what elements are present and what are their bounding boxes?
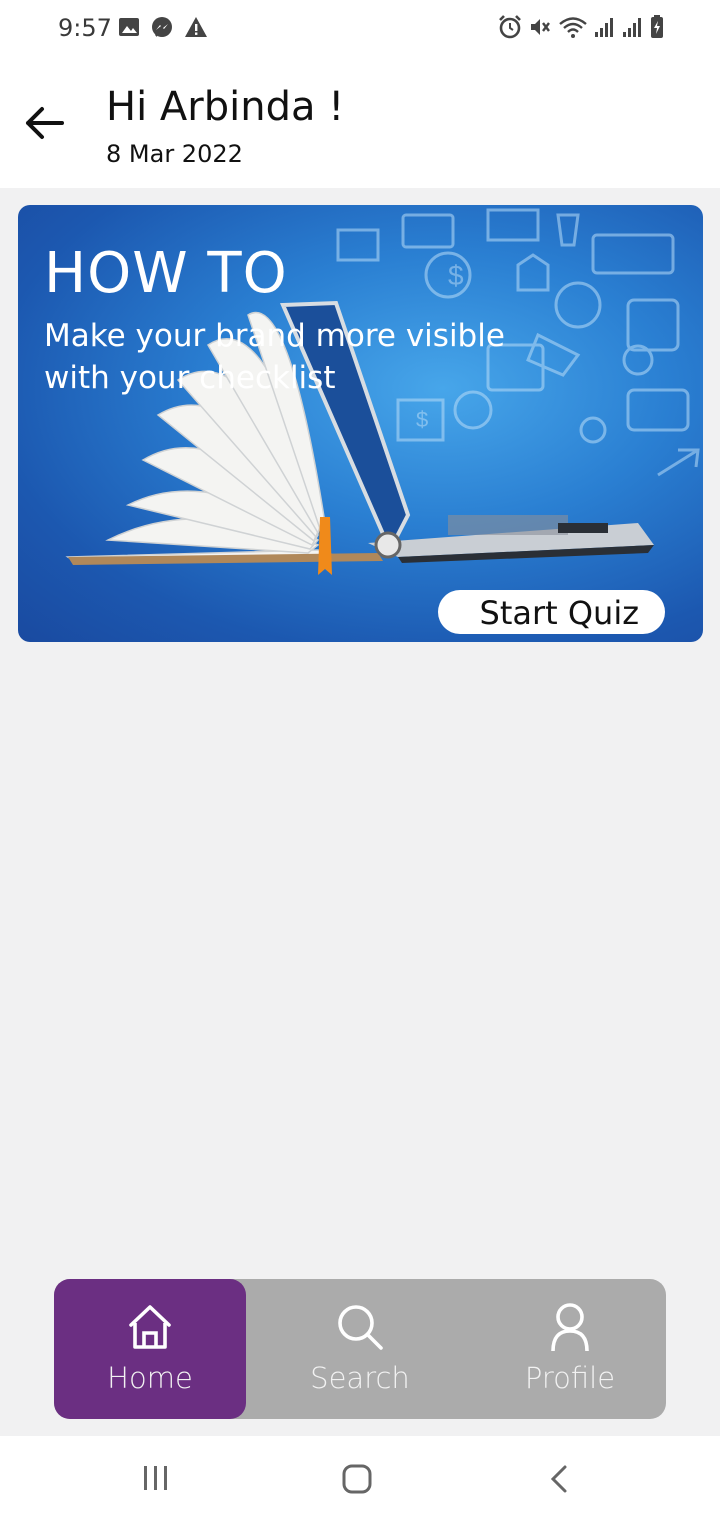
back-button[interactable] — [22, 100, 68, 146]
nav-profile-label: Profile — [524, 1361, 616, 1395]
gallery-icon — [119, 18, 139, 36]
back-chevron-icon[interactable] — [547, 1464, 571, 1494]
profile-icon — [551, 1303, 589, 1352]
bottom-nav: Home Search Profile — [54, 1279, 666, 1419]
banner-subtitle: Make your brand more visible with your c… — [44, 318, 505, 396]
signal-icon — [623, 18, 641, 37]
current-date: 8 Mar 2022 — [106, 140, 243, 168]
nav-home[interactable]: Home — [54, 1279, 246, 1419]
banner-title: HOW TO — [44, 241, 288, 306]
nav-profile[interactable]: Profile — [474, 1279, 666, 1419]
home-circle-icon[interactable] — [341, 1464, 373, 1494]
nav-search[interactable]: Search — [266, 1279, 454, 1419]
svg-text:$: $ — [448, 260, 464, 291]
system-nav-bar — [0, 1436, 720, 1520]
battery-charging-icon — [651, 15, 663, 38]
wifi-icon — [559, 17, 587, 38]
home-icon — [129, 1305, 171, 1349]
mute-icon — [531, 19, 550, 35]
app-header: Hi Arbinda ! 8 Mar 2022 — [0, 58, 720, 188]
status-time: 9:57 — [58, 14, 112, 42]
warning-icon — [185, 17, 207, 37]
arrow-left-icon — [26, 107, 64, 139]
messenger-icon — [152, 17, 172, 37]
nav-home-label: Home — [107, 1361, 193, 1395]
signal-icon — [595, 18, 613, 37]
start-quiz-button[interactable]: Start Quiz — [438, 590, 665, 634]
quiz-banner-card[interactable]: $ $ HOW TO Make your brand more visible … — [18, 205, 703, 642]
status-bar: 9:57 — [0, 0, 720, 58]
greeting-title: Hi Arbinda ! — [106, 84, 345, 130]
nav-search-label: Search — [310, 1361, 410, 1395]
recents-icon[interactable] — [141, 1464, 171, 1492]
search-icon — [338, 1305, 383, 1350]
svg-text:$: $ — [416, 407, 428, 432]
alarm-icon — [499, 15, 521, 39]
